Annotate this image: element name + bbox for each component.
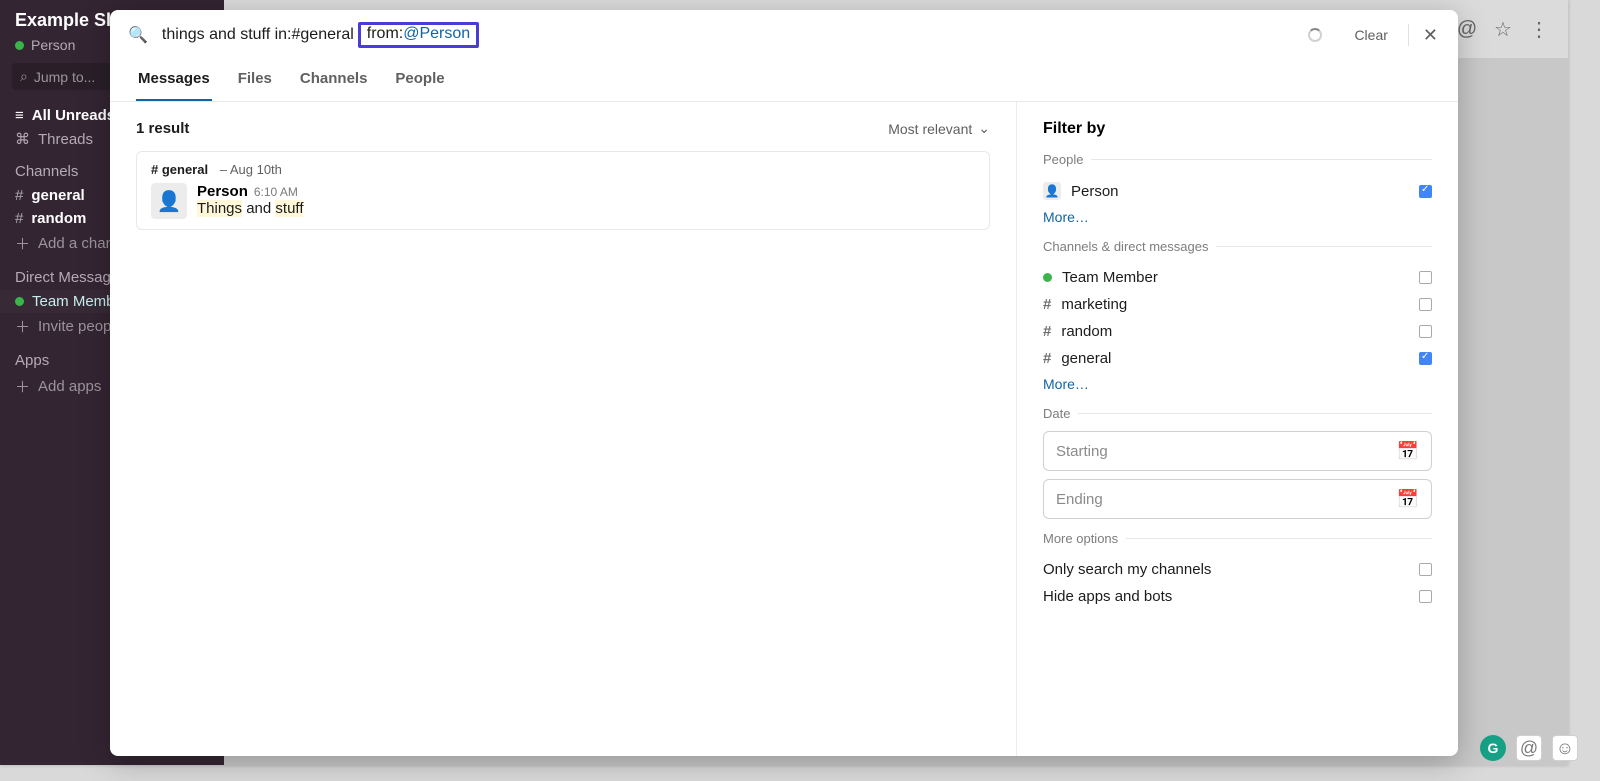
- search-from-filter[interactable]: from:@Person: [358, 22, 479, 48]
- calendar-icon: 📅: [1397, 489, 1419, 510]
- date-end-input[interactable]: Ending 📅: [1043, 479, 1432, 519]
- filter-channel-marketing[interactable]: # marketing: [1043, 291, 1432, 318]
- avatar: 👤: [151, 183, 187, 219]
- filter-person-name: Person: [1071, 183, 1119, 200]
- checkbox[interactable]: [1419, 298, 1432, 311]
- result-text: Things and stuff: [197, 200, 303, 217]
- channels-more-link[interactable]: More…: [1043, 372, 1432, 394]
- current-user-name: Person: [31, 37, 75, 53]
- tab-channels[interactable]: Channels: [298, 70, 370, 101]
- filter-channel-random[interactable]: # random: [1043, 318, 1432, 345]
- search-icon: 🔍: [128, 25, 148, 45]
- date-start-input[interactable]: Starting 📅: [1043, 431, 1432, 471]
- from-label: from:: [367, 25, 403, 42]
- hash-icon: [15, 187, 23, 204]
- presence-dot-icon: [1043, 273, 1052, 282]
- hash-icon: #: [1043, 296, 1051, 313]
- checkbox[interactable]: [1419, 563, 1432, 576]
- option-label: Only search my channels: [1043, 561, 1211, 578]
- result-date: Aug 10th: [230, 162, 282, 177]
- checkbox[interactable]: [1419, 590, 1432, 603]
- jump-label: Jump to...: [34, 69, 95, 85]
- filter-channel-name: marketing: [1061, 296, 1127, 313]
- presence-dot-icon: [15, 297, 24, 306]
- filter-channel-team-member[interactable]: Team Member: [1043, 264, 1432, 291]
- composer-actions: G @ ☺: [1480, 735, 1578, 761]
- filter-people-header: People: [1043, 152, 1432, 167]
- threads-label: Threads: [38, 131, 93, 148]
- close-icon[interactable]: ✕: [1415, 25, 1446, 46]
- calendar-icon: 📅: [1397, 441, 1419, 462]
- sort-label: Most relevant: [888, 121, 972, 137]
- option-label: Hide apps and bots: [1043, 588, 1172, 605]
- checkbox[interactable]: [1419, 185, 1432, 198]
- search-result[interactable]: # general – Aug 10th 👤 Person 6:10 AM Thi…: [136, 151, 990, 230]
- channel-label: general: [31, 187, 84, 204]
- plus-icon: ＋: [15, 233, 30, 254]
- filter-channels-header: Channels & direct messages: [1043, 239, 1432, 254]
- divider: [1408, 24, 1409, 46]
- channel-label: random: [31, 210, 86, 227]
- all-unreads-label: All Unreads: [32, 107, 115, 124]
- results-pane: 1 result Most relevant ⌄ # general – Aug …: [110, 102, 1016, 756]
- checkbox[interactable]: [1419, 352, 1432, 365]
- presence-dot-icon: [15, 41, 24, 50]
- checkbox[interactable]: [1419, 271, 1432, 284]
- result-time: 6:10 AM: [254, 185, 298, 199]
- filter-pane: Filter by People 👤 Person More… Channels …: [1016, 102, 1458, 756]
- filter-hide-apps-bots[interactable]: Hide apps and bots: [1043, 583, 1432, 610]
- search-tabs: Messages Files Channels People: [110, 60, 1458, 102]
- list-icon: ≡: [15, 107, 24, 124]
- chevron-down-icon: ⌄: [978, 120, 990, 137]
- emoji-button[interactable]: ☺: [1552, 735, 1578, 761]
- date-start-placeholder: Starting: [1056, 443, 1108, 460]
- hash-icon: #: [1043, 350, 1051, 367]
- plus-icon: ＋: [15, 376, 30, 397]
- dm-label: Team Memb: [32, 293, 115, 310]
- result-channel: # general: [151, 162, 208, 177]
- date-end-placeholder: Ending: [1056, 491, 1103, 508]
- jump-icon: ⌕: [20, 68, 28, 85]
- filter-channel-name: Team Member: [1062, 269, 1158, 286]
- filter-person[interactable]: 👤 Person: [1043, 177, 1432, 205]
- avatar: 👤: [1043, 182, 1061, 200]
- invite-label: Invite peopl: [38, 318, 115, 335]
- tab-people[interactable]: People: [393, 70, 446, 101]
- filter-channel-name: random: [1061, 323, 1112, 340]
- filter-only-my-channels[interactable]: Only search my channels: [1043, 556, 1432, 583]
- search-modal: 🔍 things and stuff in:#general from:@Per…: [110, 10, 1458, 756]
- people-more-link[interactable]: More…: [1043, 205, 1432, 227]
- filter-title: Filter by: [1043, 120, 1432, 138]
- search-bar: 🔍 things and stuff in:#general from:@Per…: [110, 10, 1458, 60]
- search-query-text: things and stuff in:#general: [162, 26, 354, 44]
- sort-button[interactable]: Most relevant ⌄: [888, 120, 990, 137]
- from-target: @Person: [403, 25, 470, 42]
- filter-channel-name: general: [1061, 350, 1111, 367]
- add-apps-label: Add apps: [38, 378, 101, 395]
- mention-button[interactable]: @: [1516, 735, 1542, 761]
- result-count: 1 result: [136, 120, 189, 137]
- grammarly-icon[interactable]: G: [1480, 735, 1506, 761]
- filter-more-options-header: More options: [1043, 531, 1432, 546]
- tab-messages[interactable]: Messages: [136, 70, 212, 101]
- hash-icon: [15, 210, 23, 227]
- result-author: Person: [197, 183, 248, 200]
- tab-files[interactable]: Files: [236, 70, 274, 101]
- plus-icon: ＋: [15, 316, 30, 337]
- clear-button[interactable]: Clear: [1340, 27, 1401, 43]
- hash-icon: #: [1043, 323, 1051, 340]
- search-input[interactable]: things and stuff in:#general from:@Perso…: [162, 22, 1309, 48]
- checkbox[interactable]: [1419, 325, 1432, 338]
- filter-channel-general[interactable]: # general: [1043, 345, 1432, 372]
- loading-spinner-icon: [1308, 28, 1322, 42]
- thread-icon: ⌘: [15, 130, 30, 148]
- filter-date-header: Date: [1043, 406, 1432, 421]
- result-context: # general – Aug 10th: [151, 162, 975, 177]
